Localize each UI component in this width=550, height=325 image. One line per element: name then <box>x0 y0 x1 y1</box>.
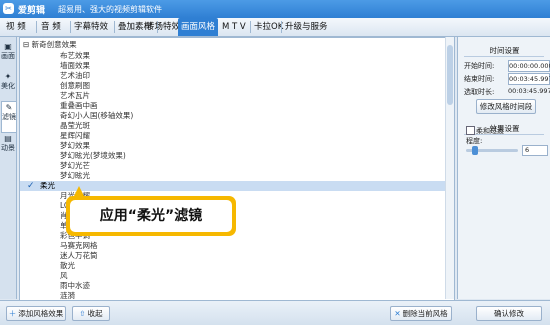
list-item[interactable]: 风 <box>60 271 450 281</box>
tab-audio[interactable]: 音 频 <box>41 18 61 36</box>
magic-wand-icon: ✦ <box>4 72 12 81</box>
app-slogan: 超易用、强大的视频剪辑软件 <box>58 5 162 14</box>
degree-label: 程度: <box>466 137 483 145</box>
button-label: 添加风格效果 <box>18 309 64 318</box>
side-tab-label: 画面 <box>1 52 15 60</box>
list-item[interactable]: 布艺效果 <box>60 51 450 61</box>
button-label: 删除当前风格 <box>402 309 448 318</box>
side-tab-label: 美化 <box>1 82 15 90</box>
section-divider <box>464 56 544 57</box>
callout-box: 应用“柔光”滤镜 <box>66 196 236 236</box>
tab-mtv[interactable]: M T V <box>222 18 246 36</box>
button-label: 收起 <box>87 309 103 318</box>
menu-divider <box>250 21 251 33</box>
time-settings-title: 时间设置 <box>489 46 520 55</box>
collapse-icon: ⇧ <box>79 309 86 318</box>
tab-transition-effects[interactable]: 转场特效 <box>146 18 180 36</box>
main-menu-bar: 视 频 音 频 字幕特效 叠加素材 转场特效 画面风格 M T V 卡拉OK 升… <box>0 18 550 37</box>
duration-value: 00:03:45.997 <box>508 87 550 95</box>
add-style-effect-button[interactable]: ＋添加风格效果 <box>6 306 66 321</box>
side-tab-filter[interactable]: ✎ 滤镜 <box>1 101 16 133</box>
plus-icon: ＋ <box>8 309 17 318</box>
filter-icon: ✎ <box>5 103 13 112</box>
title-bar: ✂ 爱剪辑 超易用、强大的视频剪辑软件 <box>0 0 550 18</box>
list-item[interactable]: 重叠画中画 <box>60 101 450 111</box>
callout-text: 应用“柔光”滤镜 <box>70 200 232 232</box>
scrollbar-thumb[interactable] <box>447 45 453 105</box>
list-item[interactable]: 马赛克网格 <box>60 241 450 251</box>
settings-panel: 时间设置 开始时间: 00:00:00.000 结束时间: 00:03:45.9… <box>457 37 550 299</box>
list-item[interactable]: 梦幻光芒 <box>60 161 450 171</box>
menu-divider <box>70 21 71 33</box>
callout-pointer <box>74 186 84 196</box>
list-item[interactable]: 艺术瓦片 <box>60 91 450 101</box>
motion-icon: ▤ <box>4 134 12 143</box>
tab-karaoke[interactable]: 卡拉OK <box>254 18 283 36</box>
bottom-toolbar: ＋添加风格效果 ⇧ 收起 ✕ 删除当前风格 确认修改 <box>0 300 550 325</box>
tab-upgrade-services[interactable]: 升级与服务 <box>285 18 328 36</box>
list-item[interactable]: 梦幻眩光 <box>60 171 450 181</box>
list-item-selected[interactable]: ✓ 柔光 <box>20 181 454 191</box>
list-group-header[interactable]: ⊟ 新奇创意效果 <box>23 40 77 50</box>
delete-icon: ✕ <box>394 309 401 318</box>
list-item[interactable]: 星辉闪耀 <box>60 131 450 141</box>
tab-subtitle-effects[interactable]: 字幕特效 <box>74 18 108 36</box>
list-item[interactable]: 晶莹光斑 <box>60 121 450 131</box>
side-tab-beautify[interactable]: ✦ 美化 <box>1 71 15 101</box>
end-time-field[interactable]: 00:03:45.997 <box>508 73 550 85</box>
effect-list[interactable]: ⊟ 新奇创意效果 布艺效果 墙面效果 艺术油印 创意刷图 艺术瓦片 重叠画中画 … <box>19 37 455 301</box>
soft-transition-checkbox[interactable] <box>466 126 475 135</box>
list-item[interactable]: 雨中水迹 <box>60 281 450 291</box>
start-time-label: 开始时间: <box>464 62 495 70</box>
side-tab-strip: ▣ 画面 ✦ 美化 ✎ 滤镜 ▤ 动景 <box>0 37 17 299</box>
degree-input[interactable]: 6 <box>522 145 548 156</box>
scissors-logo-icon: ✂ <box>3 3 14 14</box>
list-item[interactable]: 梦幻效果 <box>60 141 450 151</box>
list-item[interactable]: 奇幻小人国(移轴效果) <box>60 111 450 121</box>
start-time-field[interactable]: 00:00:00.000 <box>508 60 550 72</box>
list-item[interactable]: 艺术油印 <box>60 71 450 81</box>
list-item[interactable]: 迷人万花筒 <box>60 251 450 261</box>
collapse-button[interactable]: ⇧ 收起 <box>72 306 110 321</box>
side-tab-motion[interactable]: ▤ 动景 <box>1 133 15 163</box>
side-tab-label: 动景 <box>1 144 15 152</box>
menu-divider <box>281 21 282 33</box>
side-tab-label: 滤镜 <box>2 113 16 121</box>
end-time-label: 结束时间: <box>464 75 495 83</box>
menu-divider <box>36 21 37 33</box>
menu-divider <box>114 21 115 33</box>
list-scrollbar[interactable] <box>445 37 454 299</box>
tab-video[interactable]: 视 频 <box>6 18 26 36</box>
check-icon: ✓ <box>27 181 35 191</box>
app-name: 爱剪辑 <box>18 6 46 16</box>
modify-style-time-button[interactable]: 修改风格时间段 <box>476 99 536 114</box>
confirm-modify-button[interactable]: 确认修改 <box>476 306 542 321</box>
list-item[interactable]: 墙面效果 <box>60 61 450 71</box>
soft-transition-label: 柔和过渡 <box>476 127 504 135</box>
degree-slider-knob[interactable] <box>471 146 478 155</box>
delete-current-style-button[interactable]: ✕ 删除当前风格 <box>390 306 452 321</box>
list-item[interactable]: 散光 <box>60 261 450 271</box>
duration-label: 选取时长: <box>464 88 495 96</box>
list-item-label: 柔光 <box>40 181 55 190</box>
tab-picture-style[interactable]: 画面风格 <box>178 18 219 36</box>
side-tab-picture[interactable]: ▣ 画面 <box>1 41 15 71</box>
list-item[interactable]: 创意刷图 <box>60 81 450 91</box>
list-item[interactable]: 梦幻眩光(梦境效果) <box>60 151 450 161</box>
image-icon: ▣ <box>4 42 12 51</box>
